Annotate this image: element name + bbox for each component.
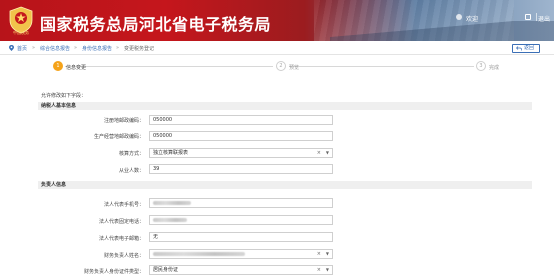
step-3-label: 完成 (489, 65, 500, 71)
breadcrumb-home[interactable]: 首页 (17, 45, 27, 52)
chevron-down-icon[interactable]: ▼ (326, 250, 329, 258)
breadcrumb-current: 变更税务登记 (124, 46, 155, 52)
clear-icon[interactable]: × (317, 266, 321, 274)
business-postcode-input[interactable]: 050000 (149, 131, 333, 141)
section-header-responsible: 负责人信息 (38, 181, 532, 189)
legal-rep-email-input[interactable]: 无 (149, 232, 333, 242)
finance-manager-name-select[interactable]: × ▼ (149, 249, 333, 259)
chevron-down-icon[interactable]: ▼ (326, 266, 329, 274)
field-label: 从业人数： (118, 168, 144, 174)
field-label: 财务负责人姓名： (103, 253, 144, 259)
chevron-down-icon[interactable]: ▼ (326, 149, 329, 157)
section-header-taxpayer: 纳税人基本信息 (38, 102, 532, 110)
step-connector (289, 66, 474, 67)
field-label: 财务负责人身份证件类型： (83, 269, 144, 275)
field-label: 法人代表手机号： (103, 202, 144, 208)
location-pin-icon (9, 45, 14, 51)
employee-count-input[interactable]: 39 (149, 164, 333, 174)
step-connector (65, 66, 273, 67)
registered-postcode-input[interactable]: 050000 (149, 115, 333, 125)
breadcrumb-separator: » (116, 45, 120, 51)
step-3-circle: 3 (476, 61, 486, 71)
site-title: 国家税务总局河北省电子税务局 (40, 15, 272, 34)
allowed-fields-hint: 允许修改如下字段： (41, 93, 87, 99)
logo-text: 中国税务 (13, 30, 29, 35)
accounting-method-select[interactable]: 独立核算联报表 × ▼ (149, 148, 333, 158)
blurred-value (153, 252, 245, 256)
clear-icon[interactable]: × (317, 149, 321, 157)
breadcrumb: 首页 » 综合信息报告 » 身份信息报告 » 变更税务登记 返回 (0, 41, 554, 55)
back-arrow-icon (516, 46, 522, 51)
logout-icon[interactable] (525, 14, 531, 20)
blurred-value (153, 218, 187, 222)
field-label: 生产经营地邮政编码： (93, 134, 144, 140)
welcome-text: 欢迎 (466, 16, 479, 23)
id-type-value: 居民身份证 (153, 267, 179, 273)
blurred-value (153, 201, 191, 205)
breadcrumb-separator: » (32, 45, 36, 51)
logout-link[interactable]: 退出 (538, 14, 550, 23)
back-button[interactable]: 返回 (512, 44, 540, 53)
user-icon (456, 14, 462, 20)
legal-rep-phone-input[interactable] (149, 215, 333, 225)
breadcrumb-item-1[interactable]: 综合信息报告 (40, 45, 70, 52)
legal-rep-mobile-input[interactable] (149, 198, 333, 208)
app-header: 中国税务 国家税务总局河北省电子税务局 欢迎 退出 (0, 0, 554, 41)
field-label: 法人代表电子邮箱： (98, 236, 144, 242)
breadcrumb-separator: » (74, 45, 78, 51)
step-1-label: 信息变更 (66, 65, 87, 71)
step-2-circle: 2 (276, 61, 286, 71)
accounting-method-value: 独立核算联报表 (153, 150, 189, 156)
breadcrumb-item-2[interactable]: 身份信息报告 (82, 45, 112, 52)
back-button-label: 返回 (524, 45, 535, 51)
step-1-circle: 1 (53, 61, 63, 71)
clear-icon[interactable]: × (317, 250, 321, 258)
finance-manager-id-type-select[interactable]: 居民身份证 × ▼ (149, 265, 333, 275)
field-label: 核算方式： (118, 151, 144, 157)
step-2-label: 预览 (289, 65, 300, 71)
field-label: 法人代表固定电话： (98, 219, 144, 225)
header-mountain-decoration (330, 21, 554, 41)
header-divider (536, 13, 537, 21)
field-label: 注册地邮政编码： (103, 118, 144, 124)
